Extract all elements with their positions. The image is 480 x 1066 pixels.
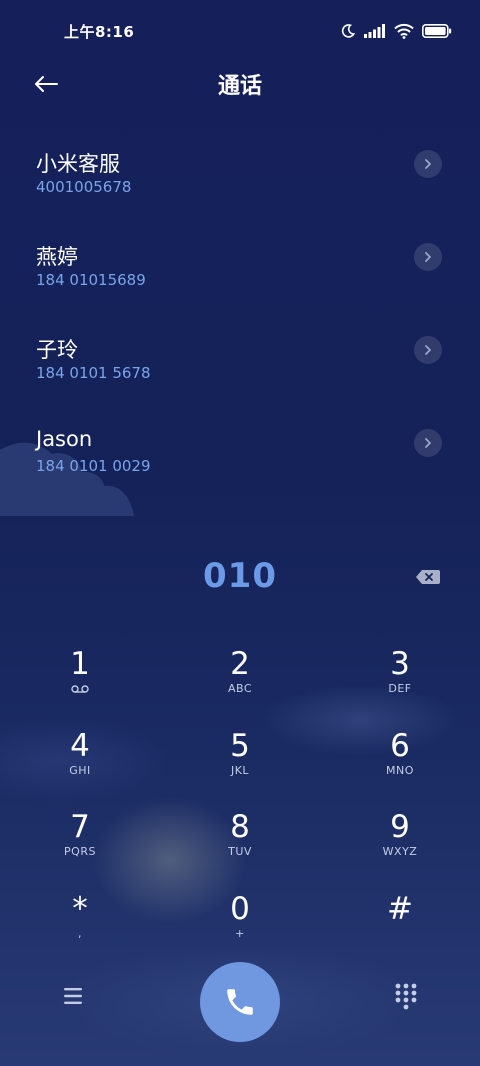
backspace-icon [416,570,440,584]
contact-item[interactable]: 燕婷 184 01015689 [0,231,480,324]
key-9[interactable]: 9 WXYZ [320,803,480,885]
dialpad-icon [395,983,417,1010]
contact-detail-button[interactable] [414,150,442,178]
key-7[interactable]: 7 PQRS [0,803,160,885]
key-digit: # [387,890,413,927]
signal-icon [364,24,385,38]
contact-name: Jason [36,427,93,451]
chevron-right-icon [425,345,431,355]
header: 通话 [0,62,480,106]
contact-detail-button[interactable] [414,429,442,457]
key-3[interactable]: 3 DEF [320,640,480,722]
key-digit: 9 [390,809,410,845]
contact-item[interactable]: 小米客服 4001005678 [0,138,480,231]
contact-name: 燕婷 [36,245,78,269]
contact-detail-button[interactable] [414,336,442,364]
dial-display: 010 [0,552,480,604]
key-6[interactable]: 6 MNO [320,722,480,804]
key-1[interactable]: 1 [0,640,160,722]
key-star[interactable]: * , [0,885,160,967]
key-letters: DEF [388,682,412,695]
key-digit: 1 [70,646,90,682]
key-digit: * [72,890,88,927]
dialed-number: 010 [203,556,277,596]
voicemail-icon [71,685,89,693]
keypad: 1 2 ABC 3 DEF 4 GHI 5 JKL 6 MNO 7 PQRS 8… [0,640,480,966]
key-letters [320,927,480,941]
bottom-bar [0,962,480,1042]
key-2[interactable]: 2 ABC [160,640,320,722]
moon-icon [341,24,356,38]
contact-number: 4001005678 [36,178,132,196]
chevron-right-icon [425,159,431,169]
key-letters: WXYZ [382,845,418,858]
menu-icon [64,988,82,1004]
status-icons [340,20,452,42]
contact-number: 184 0101 0029 [36,457,151,475]
contact-list: 小米客服 4001005678 燕婷 184 01015689 子玲 184 0… [0,138,480,510]
key-letters: PQRS [64,845,96,858]
key-8[interactable]: 8 TUV [160,803,320,885]
dialer-screen: 上午8:16 通话 小米客服 4001005678 燕婷 184 0101568… [0,0,480,1066]
contact-name: 子玲 [36,338,78,362]
contact-detail-button[interactable] [414,243,442,271]
chevron-right-icon [425,252,431,262]
battery-icon [422,24,452,38]
key-letters: TUV [228,845,252,858]
key-letters: JKL [230,763,250,777]
key-digit: 5 [230,727,250,764]
contact-number: 184 0101 5678 [36,364,151,382]
keypad-toggle-button[interactable] [394,982,418,1010]
key-digit: 4 [70,727,90,764]
status-bar: 上午8:16 [0,0,480,62]
backspace-button[interactable] [414,566,442,588]
key-digit: 8 [230,809,250,845]
chevron-right-icon [425,438,431,448]
phone-icon [227,989,253,1015]
contact-item[interactable]: 子玲 184 0101 5678 [0,324,480,417]
menu-button[interactable] [60,984,86,1008]
status-time: 上午8:16 [64,23,135,41]
call-button[interactable] [200,962,280,1042]
key-digit: 7 [70,809,90,845]
key-4[interactable]: 4 GHI [0,722,160,804]
key-hash[interactable]: # [320,885,480,967]
key-digit: 0 [230,890,250,927]
contact-item[interactable]: Jason 184 0101 0029 [0,417,480,510]
key-letters: GHI [69,763,91,777]
contact-number: 184 01015689 [36,271,146,289]
key-letters: + [235,926,245,940]
key-5[interactable]: 5 JKL [160,722,320,804]
key-digit: 3 [390,646,410,682]
key-letters: ABC [227,682,253,695]
key-digit: 6 [390,727,410,764]
key-0[interactable]: 0 + [160,885,320,967]
key-letters: , [78,926,82,940]
wifi-icon [394,23,414,39]
contact-name: 小米客服 [36,152,120,176]
key-digit: 2 [230,646,250,682]
key-letters: MNO [386,763,414,777]
page-title: 通话 [217,74,262,99]
